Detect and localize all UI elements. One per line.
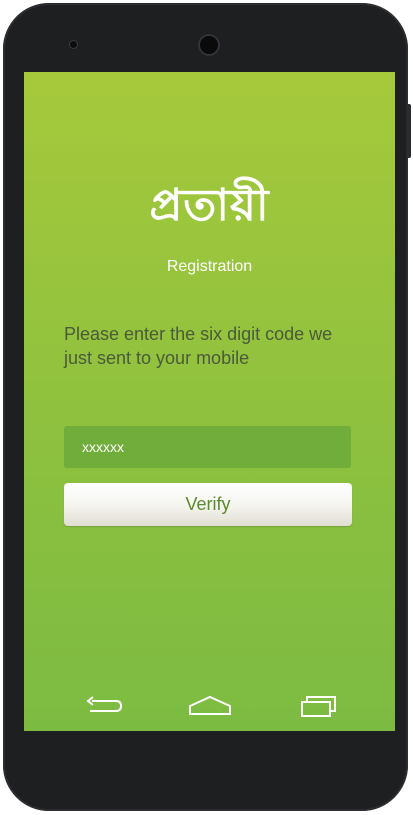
verify-button[interactable]: Verify [64,483,352,526]
recent-apps-button[interactable] [296,691,340,721]
home-icon [189,695,231,715]
app-screen: প্রতায়ী Registration Please enter the s… [24,72,395,731]
back-arrow-icon [86,696,123,712]
system-navigation-bar [24,683,395,731]
power-button [406,104,411,158]
proximity-sensor [70,41,77,48]
front-camera-icon [200,36,218,54]
verification-code-input[interactable] [64,426,351,468]
brand-logo: প্রতায়ী [149,180,270,231]
back-button[interactable] [82,691,126,721]
page-subtitle: Registration [166,258,253,275]
phone-device: প্রতায়ী Registration Please enter the s… [3,3,408,811]
instruction-text: Please enter the six digit code we just … [64,324,333,368]
recent-apps-icon [301,696,336,717]
home-button[interactable] [188,691,232,721]
